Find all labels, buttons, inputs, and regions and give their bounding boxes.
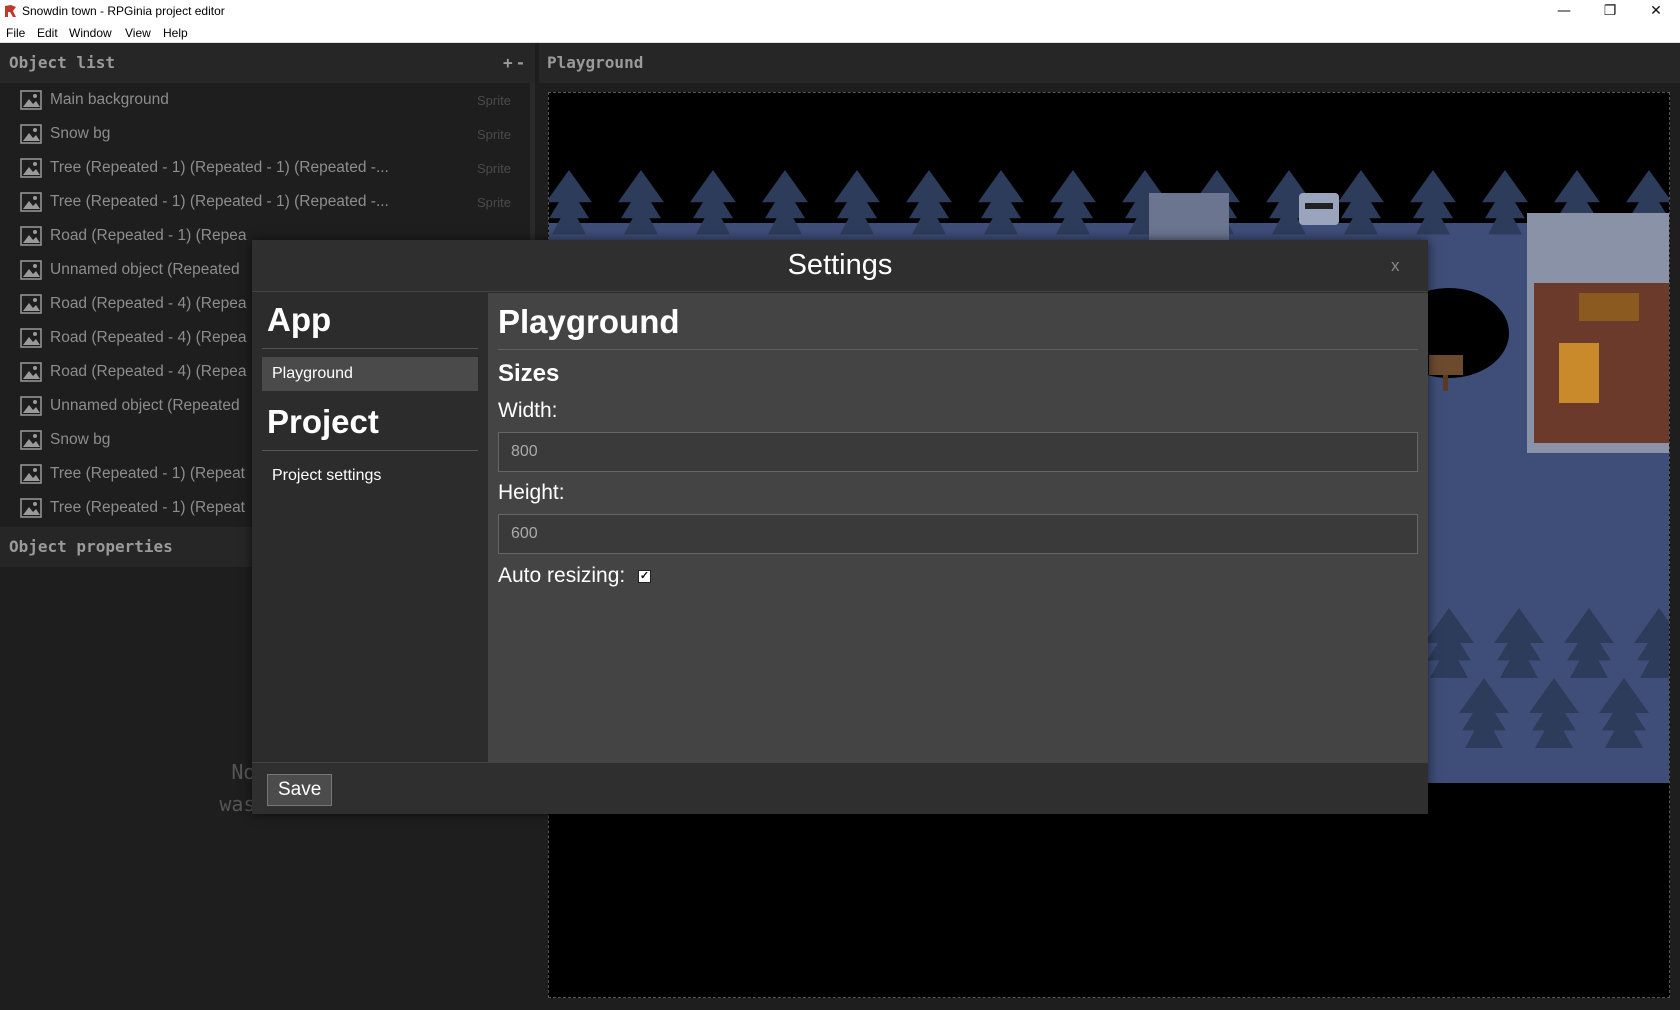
- menu-view[interactable]: View: [125, 26, 151, 40]
- object-list-tools: +-: [503, 53, 528, 72]
- list-item-name: Snow bg: [50, 125, 111, 142]
- image-icon: [20, 362, 42, 382]
- restore-button[interactable]: ❐: [1587, 0, 1633, 22]
- sidebar-heading-project: Project: [267, 403, 379, 440]
- list-item-name: Unnamed object (Repeated: [50, 261, 240, 278]
- list-item-name: Unnamed object (Repeated: [50, 397, 240, 414]
- image-icon: [20, 124, 42, 144]
- list-item-type: Sprite: [477, 127, 511, 142]
- settings-modal: Settings x App Playground Project Projec…: [252, 240, 1428, 814]
- window-title: Snowdin town - RPGinia project editor: [22, 4, 225, 18]
- playground-header: Playground: [539, 43, 1680, 83]
- list-item-name: Tree (Repeated - 1) (Repeated - 1) (Repe…: [50, 193, 389, 210]
- close-window-button[interactable]: ✕: [1633, 0, 1679, 22]
- image-icon: [20, 464, 42, 484]
- sidebar-item-playground[interactable]: Playground: [262, 357, 478, 391]
- menu-bar: File Edit Window View Help: [0, 23, 1680, 43]
- settings-sidebar: App Playground Project Project settings: [252, 293, 488, 762]
- list-item[interactable]: Tree (Repeated - 1) (Repeated - 1) (Repe…: [0, 151, 530, 185]
- image-icon: [20, 498, 42, 518]
- list-item-name: Road (Repeated - 4) (Repea: [50, 295, 247, 312]
- sidebar-heading-app: App: [267, 301, 332, 338]
- image-icon: [20, 430, 42, 450]
- settings-close-button[interactable]: x: [1391, 256, 1400, 276]
- list-item-type: Sprite: [477, 93, 511, 108]
- list-item[interactable]: Main background Sprite: [0, 83, 530, 117]
- playground-title: Playground: [547, 53, 644, 72]
- settings-modal-title: Settings: [787, 249, 893, 281]
- auto-resizing-checkbox[interactable]: ✓: [638, 570, 651, 583]
- list-item-name: Road (Repeated - 1) (Repea: [50, 227, 247, 244]
- width-input[interactable]: [498, 432, 1418, 472]
- image-icon: [20, 294, 42, 314]
- remove-object-button[interactable]: -: [516, 53, 529, 72]
- add-object-button[interactable]: +: [503, 53, 516, 72]
- height-input[interactable]: [498, 514, 1418, 554]
- image-icon: [20, 226, 42, 246]
- minimize-button[interactable]: —: [1541, 0, 1587, 22]
- list-item[interactable]: Snow bg Sprite: [0, 117, 530, 151]
- image-icon: [20, 260, 42, 280]
- list-item-name: Road (Repeated - 4) (Repea: [50, 363, 247, 380]
- image-icon: [20, 192, 42, 212]
- auto-resizing-label: Auto resizing:: [498, 564, 626, 587]
- menu-help[interactable]: Help: [163, 26, 188, 40]
- settings-footer: Save: [252, 762, 1428, 814]
- checkmark-icon: ✓: [639, 570, 650, 582]
- settings-content: Playground Sizes Width: Height: Auto res…: [488, 293, 1428, 762]
- image-icon: [20, 90, 42, 110]
- menu-edit[interactable]: Edit: [37, 26, 58, 40]
- house-roof: [1149, 193, 1229, 243]
- image-icon: [20, 328, 42, 348]
- title-bar: Snowdin town - RPGinia project editor — …: [0, 0, 1680, 23]
- list-item-name: Snow bg: [50, 431, 111, 448]
- object-list-header: Object list +-: [0, 43, 535, 83]
- image-icon: [20, 158, 42, 178]
- list-item-name: Tree (Repeated - 1) (Repeat: [50, 499, 245, 516]
- sidebar-divider: [262, 348, 478, 349]
- list-item-type: Sprite: [477, 161, 511, 176]
- tree: [1669, 678, 1670, 713]
- sidebar-divider: [262, 450, 478, 451]
- width-label: Width:: [498, 399, 558, 422]
- signpost: [1429, 355, 1463, 375]
- menu-file[interactable]: File: [6, 26, 25, 40]
- save-button[interactable]: Save: [267, 774, 333, 806]
- content-title: Playground: [498, 303, 680, 340]
- sidebar-item-project-settings[interactable]: Project settings: [262, 459, 478, 493]
- content-divider: [498, 349, 1418, 350]
- image-icon: [20, 396, 42, 416]
- app-logo-icon: [5, 5, 16, 17]
- object-list-title: Object list: [9, 53, 115, 72]
- height-label: Height:: [498, 481, 565, 504]
- settings-modal-header: Settings x: [252, 240, 1428, 292]
- list-item-type: Sprite: [477, 195, 511, 210]
- section-sizes-heading: Sizes: [498, 360, 560, 387]
- list-item-name: Road (Repeated - 4) (Repea: [50, 329, 247, 346]
- menu-window[interactable]: Window: [69, 26, 112, 40]
- list-item-name: Tree (Repeated - 1) (Repeat: [50, 465, 245, 482]
- object-properties-title: Object properties: [9, 537, 173, 556]
- list-item-name: Tree (Repeated - 1) (Repeated - 1) (Repe…: [50, 159, 389, 176]
- list-item[interactable]: Tree (Repeated - 1) (Repeated - 1) (Repe…: [0, 185, 530, 219]
- list-item-name: Main background: [50, 91, 169, 108]
